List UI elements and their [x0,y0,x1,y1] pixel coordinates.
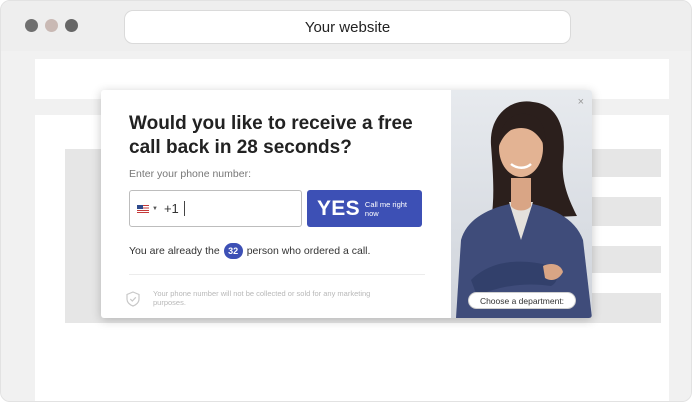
country-code: +1 [163,201,179,216]
agent-illustration [456,101,592,318]
phone-input[interactable]: ▼ +1 [129,190,302,227]
placeholder-line [591,177,661,197]
window-maximize-dot[interactable] [65,19,78,32]
text-cursor [183,201,185,216]
us-flag-icon[interactable] [137,204,149,213]
counter-suffix: person who ordered a call. [246,245,371,257]
divider [129,274,425,275]
placeholder-line [591,226,661,246]
agent-photo: × [451,90,592,318]
phone-label: Enter your phone number: [129,168,251,180]
call-me-button[interactable]: YES Call me right now [307,190,422,227]
browser-toolbar: Your website [1,1,691,51]
choose-department-button[interactable]: Choose a department: [468,292,576,309]
chevron-down-icon[interactable]: ▼ [152,206,158,212]
popup-title: Would you like to receive a free call ba… [129,113,413,158]
counter-badge: 32 [223,243,243,259]
close-icon[interactable]: × [578,96,584,108]
shield-icon [126,291,140,307]
window-minimize-dot[interactable] [45,19,58,32]
callback-popup: Would you like to receive a free call ba… [101,90,592,318]
browser-window: Your website Would you like to receive a… [0,0,692,402]
privacy-disclaimer: Your phone number will not be collected … [153,289,371,307]
call-me-sublabel: Call me right now [364,199,408,218]
order-counter: You are already the 32 person who ordere… [129,243,370,259]
yes-label: YES [317,196,360,220]
address-bar[interactable]: Your website [124,10,571,44]
placeholder-line [591,273,661,293]
window-close-dot[interactable] [25,19,38,32]
counter-prefix: You are already the [129,245,220,257]
